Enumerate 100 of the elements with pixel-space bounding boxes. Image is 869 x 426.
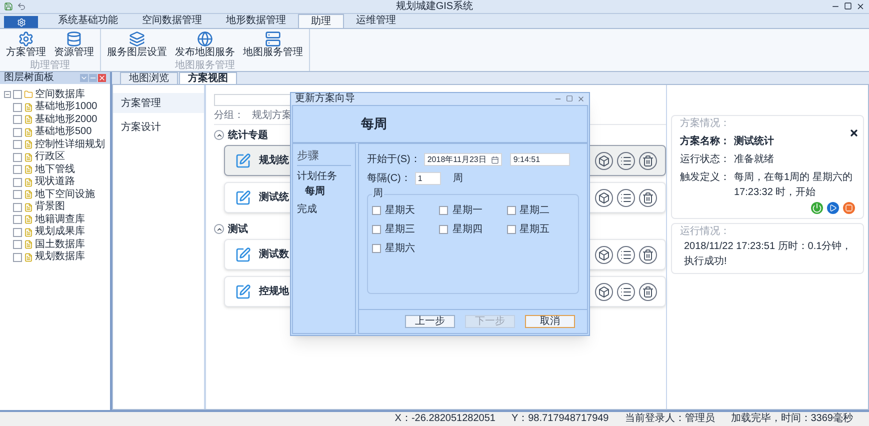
- field-value: 准备就绪: [734, 152, 774, 167]
- ribbon-tab[interactable]: 助理: [298, 14, 344, 28]
- ribbon-tab[interactable]: 地形数据管理: [214, 14, 298, 28]
- ribbon-button[interactable]: 服务图层设置: [105, 29, 169, 60]
- cube-icon[interactable]: [595, 246, 613, 264]
- field-label: 每隔(C)：: [367, 172, 411, 186]
- checkbox[interactable]: [439, 225, 448, 234]
- checkbox[interactable]: [439, 206, 448, 215]
- status-text: 加载完毕，时间：3369毫秒: [730, 413, 853, 425]
- checkbox[interactable]: [13, 178, 22, 187]
- dropdown-icon[interactable]: [80, 74, 88, 82]
- checkbox[interactable]: [13, 115, 22, 124]
- collapse-icon[interactable]: [214, 130, 224, 140]
- delete-icon[interactable]: [639, 188, 657, 206]
- tree-item[interactable]: 控制性详细规划: [35, 138, 105, 151]
- tree-item[interactable]: 空间数据库: [35, 88, 85, 100]
- interval-field[interactable]: 1: [414, 172, 441, 185]
- expander-icon[interactable]: [4, 91, 11, 98]
- checkbox-label: 星期一: [452, 204, 482, 218]
- checkbox[interactable]: [372, 206, 381, 215]
- panel-title: 方案情况：: [680, 116, 731, 131]
- close-icon[interactable]: [849, 128, 859, 138]
- close-icon[interactable]: [856, 2, 865, 11]
- checkbox[interactable]: [13, 215, 22, 224]
- edit-icon: [235, 284, 251, 300]
- ribbon-button[interactable]: 方案管理: [4, 29, 48, 60]
- ribbon-tab[interactable]: 空间数据管理: [130, 14, 214, 28]
- tree-item[interactable]: 国土数据库: [35, 238, 85, 251]
- edit-icon: [235, 246, 251, 262]
- tree-item[interactable]: 地下管线: [35, 164, 75, 176]
- play-icon[interactable]: [827, 202, 839, 214]
- list-icon[interactable]: [617, 282, 635, 300]
- tree-item[interactable]: 规划成果库: [35, 226, 85, 238]
- globe-icon: [197, 31, 213, 47]
- nav-item[interactable]: 方案管理: [113, 93, 204, 113]
- field-label: 开始于(S)：: [367, 153, 420, 167]
- checkbox[interactable]: [13, 202, 22, 212]
- tree-item[interactable]: 基础地形2000: [35, 114, 98, 126]
- delete-icon[interactable]: [639, 152, 657, 170]
- collapse-icon[interactable]: [214, 224, 224, 234]
- delete-icon[interactable]: [639, 246, 657, 264]
- tree-item[interactable]: 背景图: [35, 201, 65, 214]
- dialog-title: 更新方案向导: [295, 93, 355, 105]
- checkbox[interactable]: [13, 152, 22, 162]
- cube-icon[interactable]: [595, 152, 613, 170]
- checkbox[interactable]: [13, 140, 22, 150]
- ribbon-tab[interactable]: 系统基础功能: [46, 14, 130, 28]
- date-field[interactable]: 2018年11月23日: [424, 153, 502, 166]
- checkbox[interactable]: [506, 225, 516, 234]
- stop-icon[interactable]: [843, 202, 855, 214]
- layers-icon: [129, 31, 145, 47]
- tree-item[interactable]: 现状道路: [35, 176, 75, 188]
- checkbox-label: 星期四: [452, 222, 482, 237]
- app-menu-button[interactable]: [4, 16, 38, 28]
- checkbox[interactable]: [372, 225, 381, 234]
- ribbon-button[interactable]: 发布地图服务: [173, 29, 237, 60]
- maximize-icon[interactable]: [844, 2, 852, 10]
- panel-title: 图层树面板: [4, 72, 54, 84]
- checkbox[interactable]: [506, 206, 516, 215]
- enable-icon[interactable]: [811, 202, 823, 214]
- list-icon[interactable]: [617, 246, 635, 264]
- checkbox[interactable]: [13, 228, 22, 237]
- document-tab[interactable]: 地图浏览: [120, 72, 178, 84]
- delete-icon[interactable]: [639, 282, 657, 300]
- save-icon[interactable]: [4, 2, 13, 11]
- edit-icon: [235, 190, 251, 206]
- checkbox[interactable]: [372, 244, 381, 253]
- wizard-button[interactable]: 取消: [525, 315, 575, 328]
- list-icon[interactable]: [617, 152, 635, 170]
- checkbox[interactable]: [13, 252, 22, 262]
- checkbox[interactable]: [13, 102, 22, 112]
- ribbon-button[interactable]: 资源管理: [52, 29, 96, 60]
- maximize-icon[interactable]: [566, 95, 573, 102]
- wizard-button[interactable]: 上一步: [405, 315, 455, 328]
- step-item: 完成: [297, 202, 318, 216]
- nav-item[interactable]: 方案设计: [113, 117, 204, 137]
- tree-item[interactable]: 地下空间设施: [35, 188, 95, 201]
- undo-icon[interactable]: [17, 2, 26, 11]
- tree-item[interactable]: 基础地形500: [35, 126, 92, 138]
- checkbox[interactable]: [13, 190, 22, 200]
- layer-icon: [24, 178, 33, 187]
- checkbox[interactable]: [13, 128, 22, 137]
- checkbox-label: 星期天: [385, 204, 415, 218]
- ribbon-button[interactable]: 地图服务管理: [241, 29, 305, 60]
- tree-item[interactable]: 基础地形1000: [35, 101, 98, 114]
- checkbox[interactable]: [13, 165, 22, 174]
- cube-icon[interactable]: [595, 282, 613, 300]
- list-icon[interactable]: [617, 188, 635, 206]
- document-tab[interactable]: 方案视图: [179, 72, 237, 84]
- tree-item[interactable]: 行政区: [35, 151, 65, 164]
- time-field[interactable]: 9:14:51: [510, 153, 570, 166]
- cube-icon[interactable]: [595, 188, 613, 206]
- ribbon-tab[interactable]: 运维管理: [344, 14, 408, 28]
- calendar-icon[interactable]: [491, 156, 500, 164]
- edit-icon: [235, 152, 251, 168]
- layer-icon: [24, 228, 33, 237]
- checkbox[interactable]: [13, 90, 22, 99]
- tree-item[interactable]: 地籍调查库: [35, 214, 85, 226]
- tree-item[interactable]: 规划数据库: [35, 251, 85, 264]
- checkbox[interactable]: [13, 240, 22, 250]
